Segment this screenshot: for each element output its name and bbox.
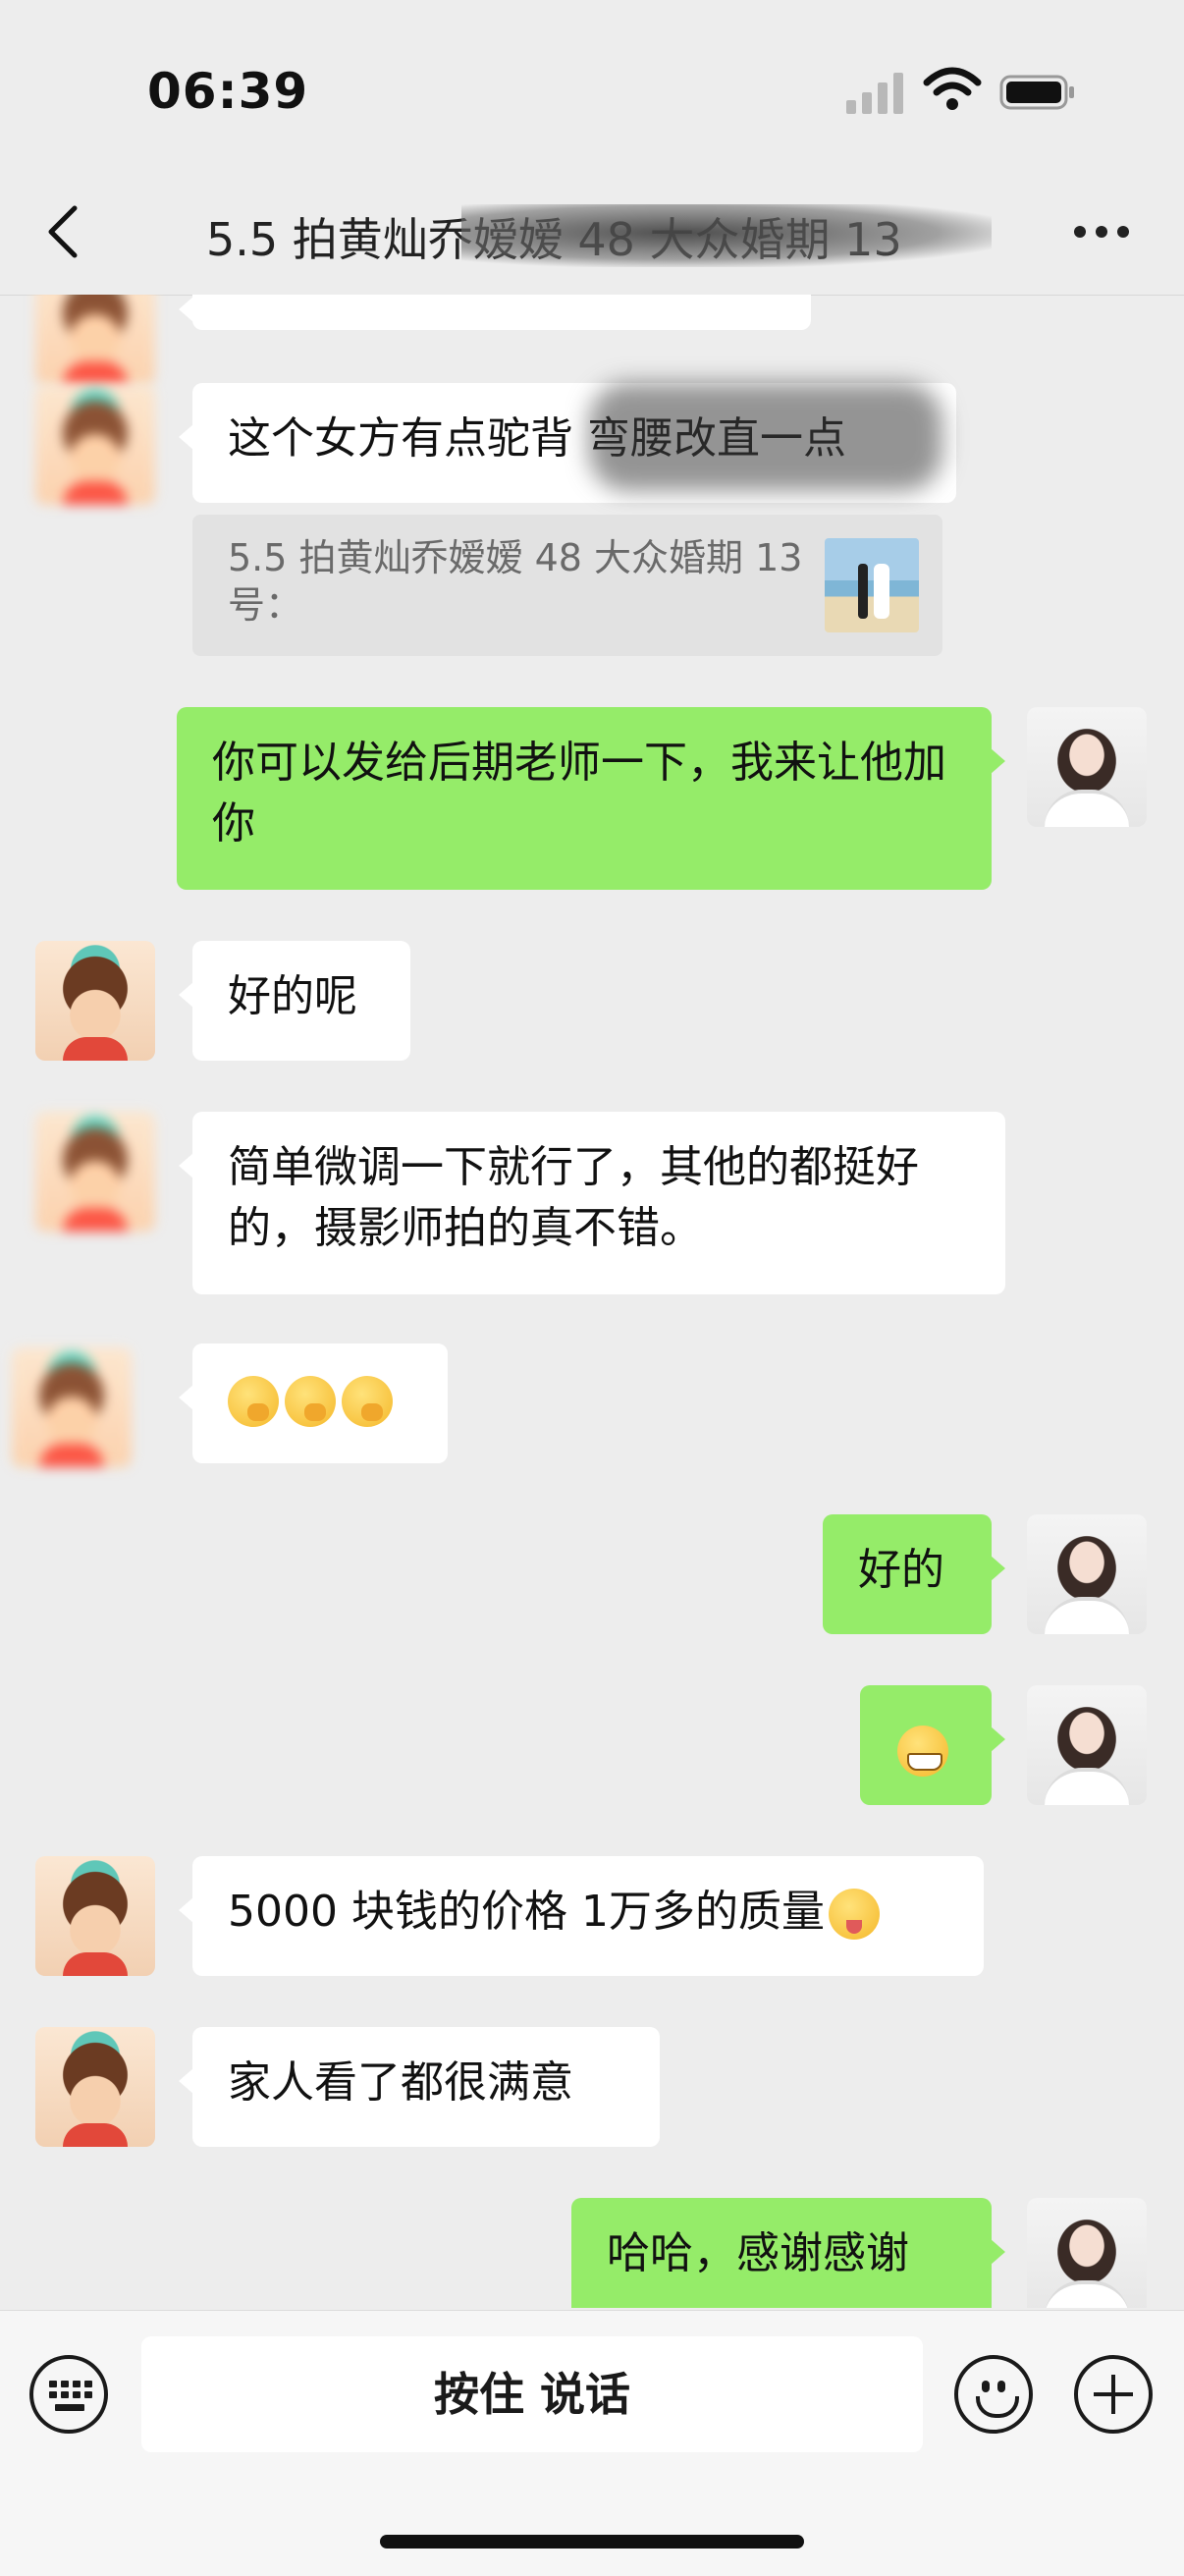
input-bar: 按住 说话 <box>0 2310 1184 2576</box>
my-avatar[interactable] <box>1027 707 1147 827</box>
wifi-icon <box>923 67 982 110</box>
contact-avatar[interactable] <box>35 1112 155 1232</box>
contact-avatar[interactable] <box>35 2027 155 2147</box>
redaction-smudge <box>589 383 942 491</box>
quoted-text: 5.5 拍黄灿乔嫒嫒 48 大众婚期 13号： <box>228 536 803 627</box>
message-bubble[interactable]: 你可以发给后期老师一下，我来让他加你 <box>177 707 1005 890</box>
contact-avatar[interactable] <box>35 1856 155 1976</box>
contact-avatar[interactable] <box>35 385 155 505</box>
winking-tongue-emoji <box>828 1889 880 1940</box>
hand-over-mouth-emoji <box>228 1376 279 1427</box>
grinning-face-emoji <box>897 1726 948 1777</box>
message-bubble[interactable]: 好的 <box>823 1514 1005 1634</box>
message-bubble[interactable]: 好的呢 <box>179 941 410 1061</box>
smiley-icon[interactable] <box>954 2355 1033 2434</box>
message-bubble[interactable]: 简单微调一下就行了，其他的都挺好的，摄影师拍的真不错。 <box>179 1112 1005 1294</box>
status-bar: 06:39 <box>0 0 1184 167</box>
message-text: 哈哈，感谢感谢 <box>607 2228 909 2278</box>
home-indicator[interactable] <box>380 2535 804 2549</box>
chat-title: 5.5 拍黄灿乔嫒嫒 48 大众婚期 13 <box>206 204 992 269</box>
message-bubble[interactable] <box>179 1343 448 1463</box>
contact-avatar[interactable] <box>35 295 155 385</box>
quoted-message[interactable]: 5.5 拍黄灿乔嫒嫒 48 大众婚期 13号： <box>192 515 942 656</box>
message-text: 好的呢 <box>228 971 357 1021</box>
message-text: 家人看了都很满意 <box>228 2057 573 2108</box>
message-text: 好的 <box>858 1545 944 1595</box>
contact-avatar[interactable] <box>35 941 155 1061</box>
hold-to-talk-button[interactable]: 按住 说话 <box>141 2336 923 2452</box>
message-text: 5000 块钱的价格 1万多的质量 <box>228 1887 825 1937</box>
cellular-signal-icon <box>846 69 907 114</box>
message-text: 你可以发给后期老师一下，我来让他加你 <box>212 738 946 849</box>
contact-avatar[interactable] <box>12 1347 132 1467</box>
message-bubble[interactable] <box>860 1685 1005 1805</box>
chevron-left-icon[interactable] <box>43 202 82 261</box>
keyboard-icon[interactable] <box>29 2355 108 2434</box>
message-bubble[interactable]: 哈哈，感谢感谢 <box>571 2198 1005 2308</box>
message-bubble[interactable]: 5000 块钱的价格 1万多的质量 <box>179 1856 984 1976</box>
hand-over-mouth-emoji <box>285 1376 336 1427</box>
redaction-smudge <box>461 204 992 267</box>
my-avatar[interactable] <box>1027 1514 1147 1634</box>
my-avatar[interactable] <box>1027 1685 1147 1805</box>
message-list[interactable]: 这个女方有点驼背 弯腰改直一点 5.5 拍黄灿乔嫒嫒 48 大众婚期 13号： … <box>0 295 1184 2308</box>
status-time: 06:39 <box>147 63 309 120</box>
battery-icon <box>999 75 1074 110</box>
message-bubble[interactable]: 家人看了都很满意 <box>179 2027 660 2147</box>
plus-icon[interactable] <box>1074 2355 1153 2434</box>
chat-header: 5.5 拍黄灿乔嫒嫒 48 大众婚期 13 <box>0 167 1184 296</box>
quoted-photo-thumbnail[interactable] <box>825 538 919 632</box>
my-avatar[interactable] <box>1027 2198 1147 2308</box>
message-bubble-partial[interactable] <box>179 295 811 330</box>
more-dots-icon[interactable] <box>1074 226 1133 240</box>
message-text: 简单微调一下就行了，其他的都挺好的，摄影师拍的真不错。 <box>228 1142 919 1253</box>
hand-over-mouth-emoji <box>342 1376 393 1427</box>
